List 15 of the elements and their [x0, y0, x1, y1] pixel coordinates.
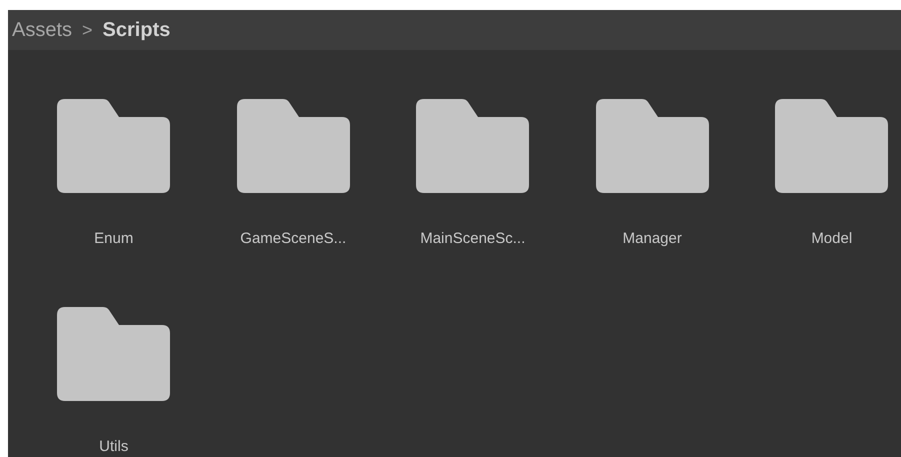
folder-icon[interactable] [57, 99, 170, 193]
folder-icon[interactable] [596, 99, 709, 193]
breadcrumb-separator: > [82, 18, 93, 42]
folder-icon[interactable] [775, 99, 888, 193]
folder-icon[interactable] [236, 99, 350, 193]
breadcrumb-item[interactable]: Assets [12, 15, 72, 45]
folder-name: MainSceneSc... [420, 230, 526, 248]
folder-name: Enum [94, 230, 134, 248]
folder-icon[interactable] [416, 99, 530, 193]
folder-name: Model [811, 230, 852, 248]
folder-icon[interactable] [57, 307, 170, 401]
breadcrumb-item[interactable]: Scripts [102, 15, 170, 45]
folder-name: Utils [99, 438, 128, 456]
folder-name: GameSceneS... [240, 230, 346, 248]
folder-name: Manager [622, 230, 682, 248]
